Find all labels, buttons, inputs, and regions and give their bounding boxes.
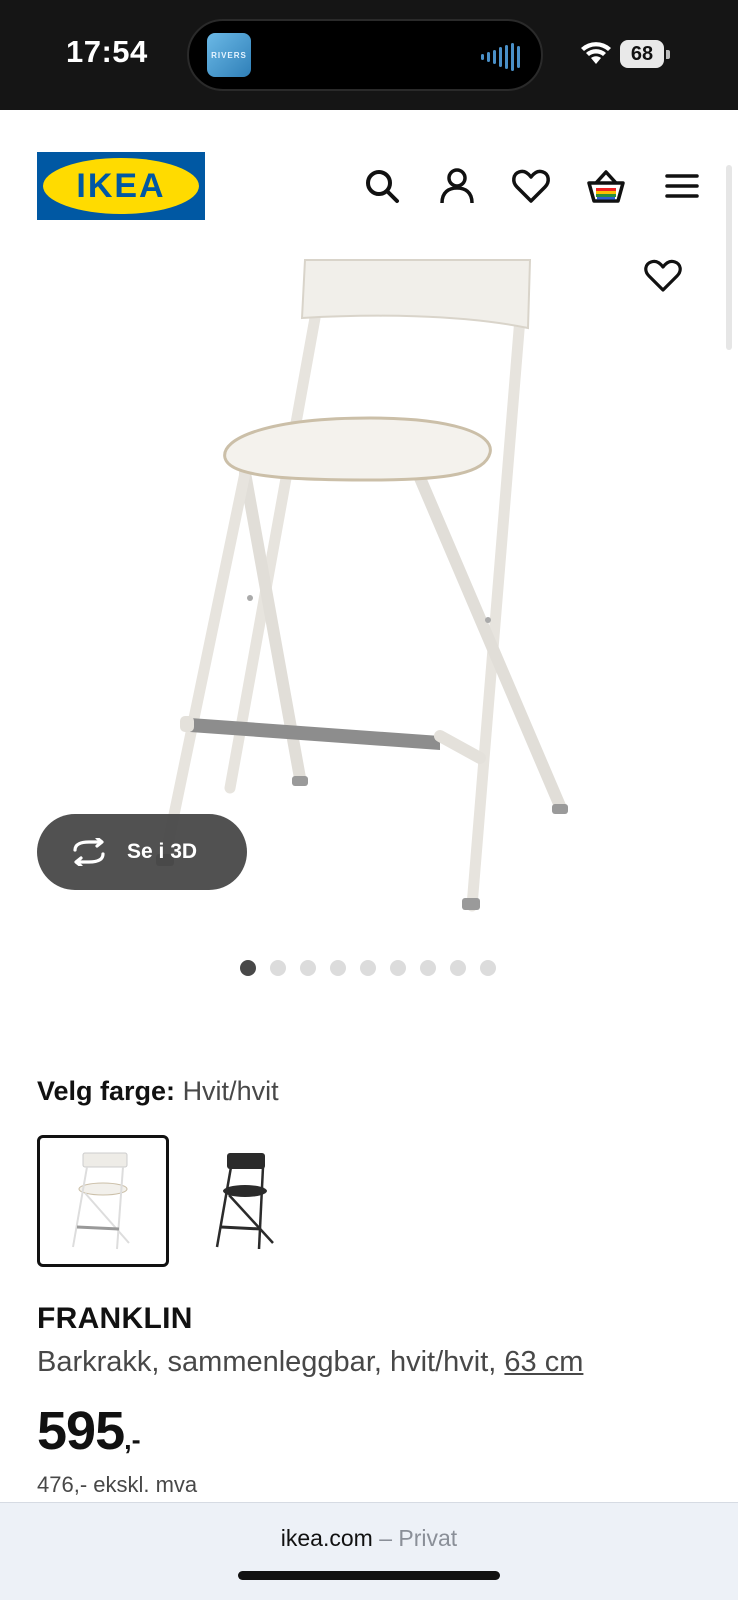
price-suffix: ,- xyxy=(124,1425,141,1455)
price-value: 595 xyxy=(37,1401,125,1461)
pagination-dot[interactable] xyxy=(450,960,466,976)
image-pagination xyxy=(240,960,496,976)
color-swatch-black[interactable] xyxy=(177,1135,309,1267)
url-domain: ikea.com xyxy=(280,1525,373,1551)
pagination-dot[interactable] xyxy=(390,960,406,976)
dynamic-island[interactable]: RIVERS xyxy=(187,19,543,91)
battery-level: 68 xyxy=(620,40,664,68)
account-icon[interactable] xyxy=(437,166,477,206)
status-bar: 17:54 RIVERS 68 xyxy=(0,0,738,110)
white-stool-thumbnail xyxy=(72,1152,130,1250)
size-link[interactable]: 63 cm xyxy=(504,1346,583,1378)
pagination-dot[interactable] xyxy=(330,960,346,976)
url-separator: – xyxy=(372,1525,399,1551)
view-in-3d-label: Se i 3D xyxy=(127,840,198,863)
view-in-3d-button[interactable]: Se i 3D xyxy=(37,814,247,890)
pagination-dot[interactable] xyxy=(360,960,376,976)
url-display[interactable]: ikea.com – Privat xyxy=(0,1525,738,1552)
pagination-dot[interactable] xyxy=(270,960,286,976)
pagination-dot-active[interactable] xyxy=(240,960,256,976)
search-icon[interactable] xyxy=(362,166,402,206)
favourites-icon[interactable] xyxy=(511,166,551,206)
pagination-dot[interactable] xyxy=(480,960,496,976)
product-description-text: Barkrakk, sammenleggbar, hvit/hvit, xyxy=(37,1346,505,1378)
color-swatch-white[interactable] xyxy=(37,1135,169,1267)
page-scrollbar[interactable] xyxy=(726,165,732,350)
ikea-logo[interactable]: IKEA xyxy=(37,152,205,220)
pagination-dot[interactable] xyxy=(300,960,316,976)
logo-text: IKEA xyxy=(76,166,166,205)
product-price: 595,- xyxy=(37,1400,141,1462)
status-time: 17:54 xyxy=(66,34,148,69)
product-description: Barkrakk, sammenleggbar, hvit/hvit, 63 c… xyxy=(37,1346,583,1379)
add-to-favourites-icon[interactable] xyxy=(644,258,682,294)
basket-icon[interactable] xyxy=(586,166,626,206)
browser-address-bar[interactable]: ikea.com – Privat xyxy=(0,1502,738,1600)
private-mode-label: Privat xyxy=(398,1525,458,1551)
product-name: FRANKLIN xyxy=(37,1302,193,1335)
now-playing-art: RIVERS xyxy=(207,33,251,77)
battery-icon: 68 xyxy=(620,40,670,68)
black-stool-thumbnail xyxy=(215,1153,274,1250)
home-indicator[interactable] xyxy=(238,1571,500,1580)
price-ex-vat: 476,- ekskl. mva xyxy=(37,1472,198,1497)
wifi-icon xyxy=(581,42,611,64)
color-value: Hvit/hvit xyxy=(182,1076,279,1106)
pagination-dot[interactable] xyxy=(420,960,436,976)
color-label: Velg farge: xyxy=(37,1076,176,1106)
rotate-3d-icon xyxy=(73,838,105,866)
audio-wave-icon xyxy=(481,43,520,71)
color-selection-label: Velg farge: Hvit/hvit xyxy=(37,1076,279,1107)
menu-icon[interactable] xyxy=(662,166,702,206)
